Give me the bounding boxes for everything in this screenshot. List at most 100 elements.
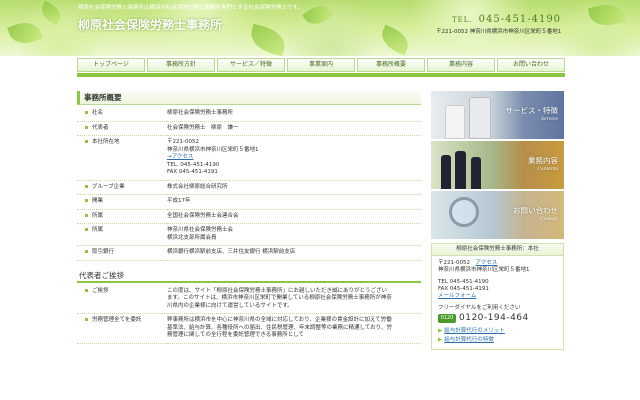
bullet-icon [85, 288, 88, 292]
freedial: 0120 0120-194-464 [438, 314, 557, 323]
building-illustration [469, 97, 491, 139]
bullet-icon [85, 213, 88, 217]
tel-label: TEL. [452, 16, 473, 24]
leaf-decoration [302, 0, 334, 30]
row-value: FAX 045-451-4191 [167, 169, 218, 175]
row-label: 労務管理全てを委託 [92, 317, 142, 323]
row-value: 基準法、給与計算、各種役所への届出、住民税管理、年末調整等の業務に精通しており、… [167, 324, 392, 331]
magnifier-icon [449, 197, 479, 227]
greeting-title: 代表者ご挨拶 [77, 271, 421, 283]
header-address: 〒221-0052 神奈川県横浜市神奈川区栄町５番地1 [436, 29, 562, 35]
link-features[interactable]: 給与計算代行の特徴 [444, 337, 494, 343]
arrow-icon: ▶ [438, 328, 443, 334]
row-label: ご挨拶 [92, 287, 109, 294]
mail-form-link[interactable]: メールフォーム [438, 293, 476, 299]
banner-title: 業務内容 [528, 156, 558, 165]
leaf-decoration [7, 17, 43, 49]
office-info-table: 社名 柳原社会保険労務士事務所 代表者 社会保険労務士 柳原 謙一 本社所在地 … [77, 107, 421, 261]
sidebar-links: ▶ 給与計算代行のメリット ▶ 給与計算代行の特徴 [438, 327, 557, 345]
banner-subtitle: Contact [540, 217, 558, 222]
head-office-card: 柳原社会保険労務士事務所：本社 〒221-0052 アクセス 神奈川県横浜市神奈… [431, 243, 564, 350]
banner-title: サービス・特徴 [505, 106, 559, 115]
leaf-decoration [247, 23, 289, 57]
row-value: この度は、サイト「柳原社会保険労務士事務所」にお越しいただき誠にありがとうござい [167, 287, 388, 294]
table-row: グループ企業 株式会社柳原総合研究所 [77, 180, 421, 195]
header-phone: TEL. 045-451-4190 [452, 14, 561, 25]
row-value: 神奈川県横浜市神奈川区栄町５番地1 [167, 146, 259, 153]
table-row: 本社所在地 〒221-0052 神奈川県横浜市神奈川区栄町５番地1 →アクセス … [77, 135, 421, 181]
bullet-icon [85, 228, 88, 231]
row-value: 柳原社会保険労務士事務所 [167, 110, 234, 116]
row-value: 務管理に関しての全行程を委託管理できる事務所として [167, 332, 305, 338]
nav-work-contents[interactable]: 業務内容 [427, 58, 495, 72]
global-nav: トップページ 事務所方針 サービス／特徴 事業案内 事務所概要 業務内容 お問い… [77, 58, 565, 72]
leaf-decoration [587, 0, 627, 31]
section-title-overview: 事務所概要 [77, 91, 421, 105]
table-row: 代表者 社会保険労務士 柳原 謙一 [77, 121, 421, 136]
row-value: 平成17年 [167, 198, 191, 204]
freedial-number: 0120-194-464 [459, 313, 529, 323]
nav-contact[interactable]: お問い合わせ [497, 58, 565, 72]
banner-service[interactable]: サービス・特徴 Service [431, 91, 564, 139]
site-tagline: 柳原社会保険労務士事務所は横浜の社会保険労務士報酬を専門とする社会保険労務士です… [78, 5, 303, 11]
card-title: 柳原社会保険労務士事務所：本社 [432, 244, 563, 256]
row-label: 代表者 [92, 124, 109, 131]
nav-underline [77, 73, 565, 77]
row-value: 〒221-0052 [167, 139, 199, 145]
nav-top[interactable]: トップページ [77, 58, 145, 72]
row-value: 全国社会保険労務士会連合会 [167, 212, 239, 219]
table-row: 取引銀行 横浜銀行横浜駅前支店、三井住友銀行 横浜駅前支店 [77, 245, 421, 261]
site-header: 柳原社会保険労務士事務所は横浜の社会保険労務士報酬を専門とする社会保険労務士です… [0, 0, 640, 57]
row-label: 本社所在地 [92, 139, 120, 145]
row-label: 開業 [92, 198, 104, 204]
bullet-icon [85, 125, 88, 129]
sidebar-tel: TEL 045-451-4190 [438, 279, 489, 285]
banner-subtitle: Service [540, 117, 558, 122]
banner-subtitle: Contents [537, 167, 558, 172]
table-row: 社名 柳原社会保険労務士事務所 [77, 107, 421, 122]
table-row: 所属 全国社会保険労務士会連合会 [77, 209, 421, 224]
banner-title: お問い合わせ [513, 206, 558, 215]
sidebar: サービス・特徴 Service 業務内容 Contents お問い合わせ Contac… [431, 91, 564, 350]
row-value: ます。このサイトは、横浜市神奈川区栄町で開業している柳原社会保険労務士事務所が神… [167, 295, 392, 301]
bullet-icon [85, 140, 88, 143]
row-value: TEL. 045-451-4190 [167, 161, 220, 168]
bullet-icon [85, 318, 88, 321]
sidebar-fax: FAX 045-451-4191 [438, 286, 489, 292]
main-content: 事務所概要 社名 柳原社会保険労務士事務所 代表者 社会保険労務士 柳原 謙一 … [77, 91, 421, 344]
site-title[interactable]: 柳原社会保険労務士事務所 [78, 16, 222, 33]
row-value: 神奈川県社会保険労務士会 [167, 227, 234, 233]
banner-contact[interactable]: お問い合わせ Contact [431, 191, 564, 239]
nav-policy[interactable]: 事務所方針 [147, 58, 215, 72]
nav-office-overview[interactable]: 事務所概要 [357, 58, 425, 72]
arrow-icon: ▶ [438, 337, 443, 343]
row-label: 社名 [92, 110, 104, 116]
leaf-decoration [37, 0, 65, 26]
row-label: 取引銀行 [92, 249, 115, 255]
freedial-label: フリーダイヤルをご利用ください [438, 305, 521, 311]
greeting-table: ご挨拶 この度は、サイト「柳原社会保険労務士事務所」にお越しいただき誠にありがと… [77, 284, 421, 344]
bullet-icon [85, 250, 88, 253]
table-row: 所属 神奈川県社会保険労務士会 横浜北支部所属会員 [77, 223, 421, 246]
table-row: 労務管理全てを委託 弊事務所は横浜市を中心に神奈川県の全域に対応しており、企業様… [77, 313, 421, 344]
access-link[interactable]: →アクセス [167, 154, 193, 160]
nav-business[interactable]: 事業案内 [287, 58, 355, 72]
tel-number: 045-451-4190 [478, 14, 562, 25]
link-merit[interactable]: 給与計算代行のメリット [444, 328, 505, 334]
row-label: 所属 [92, 227, 104, 233]
nav-service[interactable]: サービス／特徴 [217, 58, 285, 72]
row-value: 社会保険労務士 柳原 謙一 [167, 124, 239, 131]
person-illustration [471, 157, 481, 189]
sidebar-access-link[interactable]: アクセス [476, 260, 498, 266]
row-value: 川県内の企業様に向けて運営しているサイトです。 [167, 302, 293, 309]
sidebar-address: 神奈川県横浜市神奈川区栄町５番地1 [438, 267, 530, 273]
row-value: 横浜銀行横浜駅前支店、三井住友銀行 横浜駅前支店 [167, 249, 296, 255]
row-value: 弊事務所は横浜市を中心に神奈川県の全域に対応しており、企業様の賃金設計に加えて労… [167, 317, 392, 323]
leaf-decoration [377, 24, 413, 56]
person-illustration [455, 151, 466, 189]
banner-contents[interactable]: 業務内容 Contents [431, 141, 564, 189]
row-value: 株式会社柳原総合研究所 [167, 183, 228, 190]
bullet-icon [85, 184, 88, 188]
table-row: 開業 平成17年 [77, 194, 421, 210]
bullet-icon [85, 199, 88, 202]
